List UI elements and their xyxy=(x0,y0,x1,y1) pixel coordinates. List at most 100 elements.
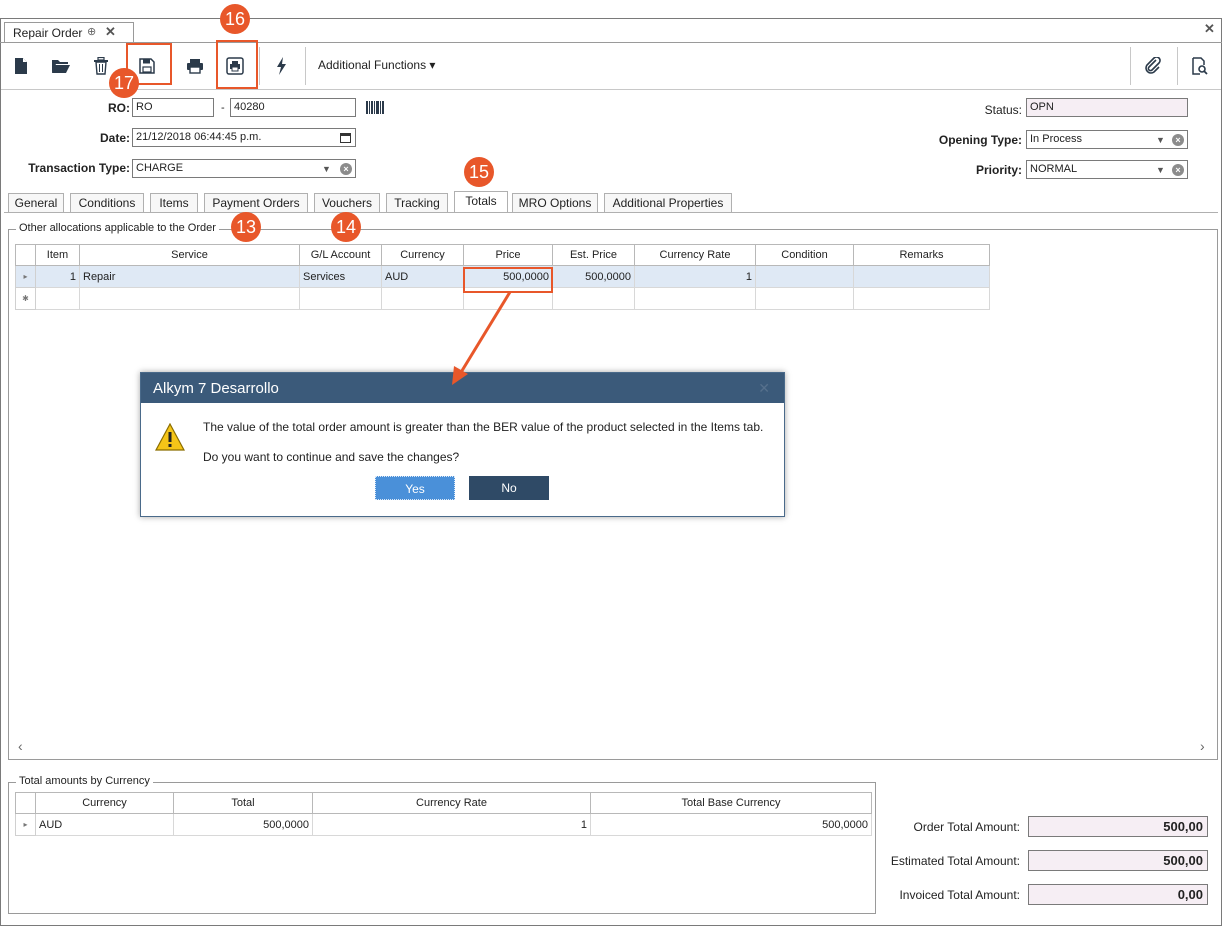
chevron-down-icon[interactable]: ▼ xyxy=(1156,165,1165,175)
tab-totals[interactable]: Totals xyxy=(454,191,508,213)
barcode-icon[interactable] xyxy=(366,101,384,114)
allocations-group-title: Other allocations applicable to the Orde… xyxy=(16,222,219,234)
column-header-total-base-currency[interactable]: Total Base Currency xyxy=(590,792,872,814)
cell-remarks[interactable] xyxy=(853,265,990,288)
column-header-item[interactable]: Item xyxy=(35,244,80,266)
column-header-remarks[interactable]: Remarks xyxy=(853,244,990,266)
cell-gl-account[interactable]: Services xyxy=(299,265,382,288)
dialog-message: The value of the total order amount is g… xyxy=(203,420,764,434)
column-header-currency[interactable]: Currency xyxy=(35,792,174,814)
ro-label: RO: xyxy=(108,101,130,115)
toolbar-separator xyxy=(305,47,306,85)
close-window-icon[interactable]: ✕ xyxy=(1204,21,1215,37)
chevron-down-icon[interactable]: ▼ xyxy=(322,164,331,174)
invoiced-total-label: Invoiced Total Amount: xyxy=(899,888,1020,902)
toolbar-separator xyxy=(259,47,260,85)
additional-functions-menu[interactable]: Additional Functions ▾ xyxy=(318,58,435,72)
column-header-currency-rate[interactable]: Currency Rate xyxy=(634,244,756,266)
ro-prefix-field[interactable]: RO xyxy=(132,98,214,117)
column-header-est-price[interactable]: Est. Price xyxy=(552,244,635,266)
cell-empty[interactable] xyxy=(853,287,990,310)
scroll-right-icon[interactable]: › xyxy=(1200,738,1205,754)
cell-est-price[interactable]: 500,0000 xyxy=(552,265,635,288)
currency-totals-group-title: Total amounts by Currency xyxy=(16,775,153,787)
new-document-icon xyxy=(15,58,27,74)
cell-currency[interactable]: AUD xyxy=(381,265,464,288)
toolbar-separator xyxy=(1130,47,1131,85)
priority-label: Priority: xyxy=(975,163,1022,177)
clear-icon[interactable]: × xyxy=(340,163,352,175)
annotation-arrow-icon xyxy=(452,291,512,385)
annotation-badge-14: 14 xyxy=(331,212,361,242)
document-search-icon xyxy=(1192,57,1208,75)
status-field: OPN xyxy=(1026,98,1188,117)
lightning-button[interactable] xyxy=(269,53,295,79)
tab-payment-orders[interactable]: Payment Orders xyxy=(204,193,308,212)
calendar-icon[interactable] xyxy=(340,132,351,143)
cell-empty[interactable] xyxy=(755,287,854,310)
row-header-cell xyxy=(15,244,36,266)
row-indicator-icon[interactable]: ▸ xyxy=(15,813,36,836)
document-search-button[interactable] xyxy=(1187,53,1213,79)
column-header-price[interactable]: Price xyxy=(463,244,553,266)
attachment-button[interactable] xyxy=(1140,53,1166,79)
tab-vouchers[interactable]: Vouchers xyxy=(314,193,380,212)
toolbar-separator xyxy=(1177,47,1178,85)
scroll-left-icon[interactable]: ‹ xyxy=(18,738,23,754)
print-icon xyxy=(187,59,203,74)
tab-tracking[interactable]: Tracking xyxy=(386,193,448,212)
chevron-down-icon[interactable]: ▼ xyxy=(1156,135,1165,145)
clear-icon[interactable]: × xyxy=(1172,164,1184,176)
order-total-label: Order Total Amount: xyxy=(913,820,1021,834)
column-header-total[interactable]: Total xyxy=(173,792,313,814)
cell-currency-rate[interactable]: 1 xyxy=(634,265,756,288)
cell-condition[interactable] xyxy=(755,265,854,288)
estimated-total-label: Estimated Total Amount: xyxy=(890,854,1020,868)
cell-empty[interactable] xyxy=(552,287,635,310)
opening-type-label: Opening Type: xyxy=(938,133,1022,147)
cell-empty[interactable] xyxy=(79,287,300,310)
print-button[interactable] xyxy=(182,53,208,79)
document-tab-repair-order[interactable]: Repair Order ⊕ ✕ xyxy=(4,22,134,43)
yes-button[interactable]: Yes xyxy=(375,476,455,500)
tab-general[interactable]: General xyxy=(8,193,64,212)
cell-total-base-currency[interactable]: 500,0000 xyxy=(590,813,872,836)
currency-totals-table: Currency Total Currency Rate Total Base … xyxy=(15,792,872,836)
cell-currency-rate[interactable]: 1 xyxy=(312,813,591,836)
pin-icon[interactable]: ⊕ xyxy=(87,25,96,38)
close-tab-icon[interactable]: ✕ xyxy=(105,24,116,40)
cell-item[interactable]: 1 xyxy=(35,265,80,288)
status-label: Status: xyxy=(984,103,1022,117)
column-header-condition[interactable]: Condition xyxy=(755,244,854,266)
column-header-currency[interactable]: Currency xyxy=(381,244,464,266)
column-header-gl-account[interactable]: G/L Account xyxy=(299,244,382,266)
clear-icon[interactable]: × xyxy=(1172,134,1184,146)
annotation-badge-16: 16 xyxy=(220,4,250,34)
print-preview-highlight-box xyxy=(216,40,258,89)
allocations-header-row: Item Service G/L Account Currency Price … xyxy=(15,244,990,266)
cell-currency[interactable]: AUD xyxy=(35,813,174,836)
confirm-dialog: Alkym 7 Desarrollo ✕ The value of the to… xyxy=(140,372,785,517)
table-row[interactable]: ▸ AUD 500,0000 1 500,0000 xyxy=(15,813,872,836)
attachment-icon xyxy=(1145,57,1161,74)
row-indicator-icon[interactable]: ▸ xyxy=(15,265,36,288)
column-header-currency-rate[interactable]: Currency Rate xyxy=(312,792,591,814)
cell-total[interactable]: 500,0000 xyxy=(173,813,313,836)
cell-service[interactable]: Repair xyxy=(79,265,300,288)
new-document-button[interactable] xyxy=(8,53,34,79)
tab-additional-properties[interactable]: Additional Properties xyxy=(604,193,732,212)
ro-number-field[interactable]: 40280 xyxy=(230,98,356,117)
no-button[interactable]: No xyxy=(469,476,549,500)
warning-icon xyxy=(155,423,185,451)
tab-mro-options[interactable]: MRO Options xyxy=(512,193,598,212)
new-row-icon[interactable]: ✱ xyxy=(15,287,36,310)
date-field[interactable]: 21/12/2018 06:44:45 p.m. xyxy=(132,128,356,147)
open-button[interactable] xyxy=(48,53,74,79)
dialog-close-icon[interactable]: ✕ xyxy=(758,380,770,397)
column-header-service[interactable]: Service xyxy=(79,244,300,266)
cell-empty[interactable] xyxy=(299,287,382,310)
cell-empty[interactable] xyxy=(634,287,756,310)
cell-empty[interactable] xyxy=(35,287,80,310)
tab-conditions[interactable]: Conditions xyxy=(70,193,144,212)
tab-items[interactable]: Items xyxy=(150,193,198,212)
